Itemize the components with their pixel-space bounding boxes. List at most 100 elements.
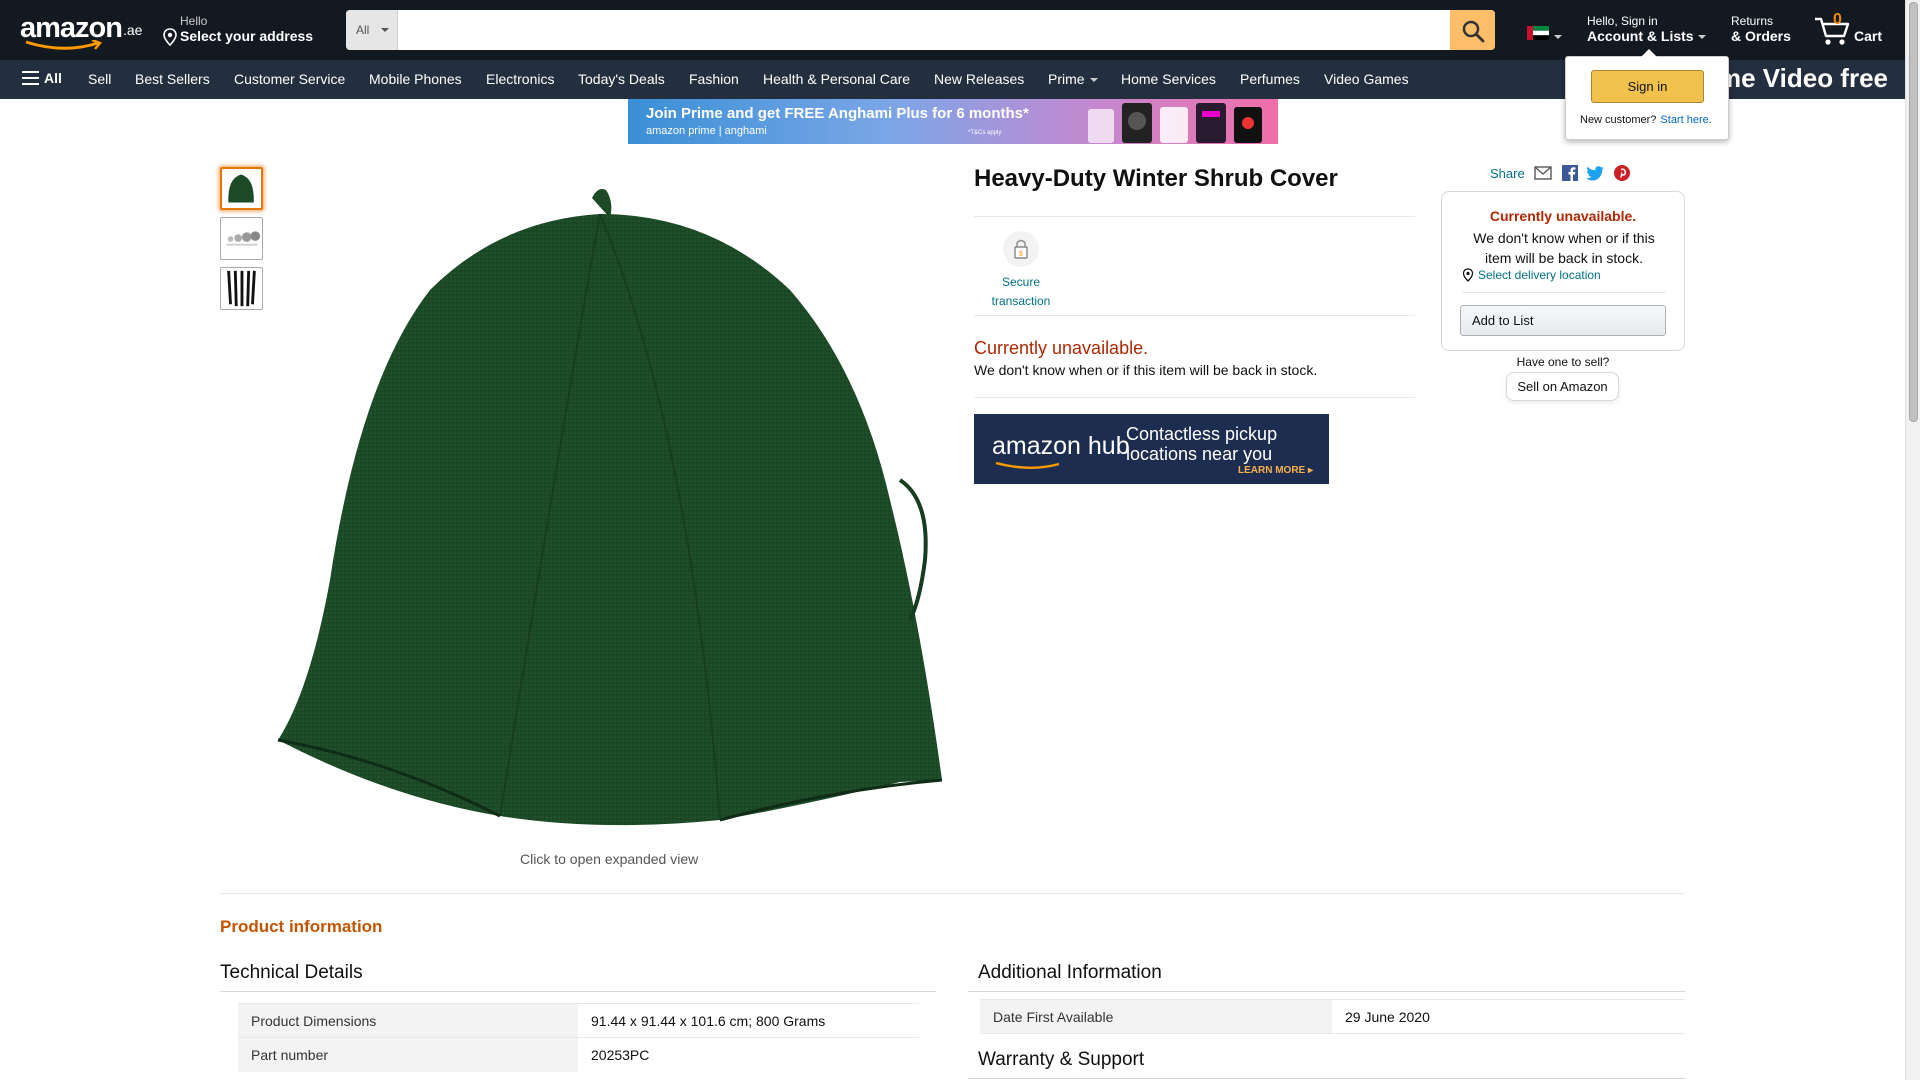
select-delivery-location[interactable]: Select delivery location xyxy=(1462,268,1601,282)
email-icon[interactable] xyxy=(1534,165,1552,181)
product-information-heading: Product information xyxy=(220,917,383,936)
account-greeting: Hello, Sign in xyxy=(1587,14,1658,28)
nav-item-mobile-phones[interactable]: Mobile Phones xyxy=(369,71,462,87)
nav-item-prime-label: Prime xyxy=(1048,71,1085,87)
pinterest-icon[interactable] xyxy=(1614,165,1630,181)
page-scrollbar[interactable] xyxy=(1905,0,1920,1080)
amazon-hub-ad[interactable]: amazon hub Contactless pickup locations … xyxy=(974,414,1329,484)
hub-learn-more: LEARN MORE ▸ xyxy=(1238,465,1314,476)
amazon-smile-icon xyxy=(995,462,1060,469)
all-menu-label: All xyxy=(44,70,62,86)
promo-terms: *T&Cs apply xyxy=(968,130,1002,136)
table-cell-value: 20253PC xyxy=(578,1037,919,1072)
location-pin-icon xyxy=(163,28,177,46)
nav-item-best-sellers[interactable]: Best Sellers xyxy=(135,71,210,87)
divider xyxy=(974,216,1415,217)
amazon-smile-icon xyxy=(25,40,103,50)
delivery-address[interactable]: Hello Select your address xyxy=(160,14,313,48)
all-menu-button[interactable]: All xyxy=(22,70,62,86)
thumbnail-stakes-image xyxy=(227,270,256,307)
add-to-list-button[interactable]: Add to List xyxy=(1460,305,1666,336)
signin-popover: Sign in New customer? Start here. xyxy=(1565,49,1729,140)
additional-information-table: Date First Available 29 June 2020 xyxy=(980,999,1685,1034)
nav-item-health-personal-care[interactable]: Health & Personal Care xyxy=(763,71,910,87)
address-greeting: Hello xyxy=(180,14,208,28)
thumbnail-3[interactable] xyxy=(220,267,263,310)
prime-anghami-promo-banner[interactable]: Join Prime and get FREE Anghami Plus for… xyxy=(628,99,1278,144)
divider xyxy=(974,315,1415,316)
promo-brands: amazon prime | anghami xyxy=(646,125,767,137)
have-one-to-sell: Have one to sell? xyxy=(1516,355,1610,369)
popover-arrow xyxy=(1641,49,1657,57)
scrollbar-thumb[interactable] xyxy=(1909,2,1918,422)
table-cell-key: Product Dimensions xyxy=(238,1003,578,1038)
thumbnail-shrub-cover-image xyxy=(228,174,254,203)
technical-details-heading: Technical Details xyxy=(220,962,363,983)
divider xyxy=(974,397,1415,398)
additional-information-heading: Additional Information xyxy=(978,962,1162,983)
lock-icon: $ xyxy=(1003,231,1039,267)
nav-item-video-games[interactable]: Video Games xyxy=(1324,71,1409,87)
nav-item-customer-service[interactable]: Customer Service xyxy=(234,71,345,87)
main-product-image[interactable] xyxy=(270,180,950,830)
search-button[interactable] xyxy=(1450,10,1495,50)
nav-item-fashion[interactable]: Fashion xyxy=(689,71,739,87)
availability-note: We don't know when or if this item will … xyxy=(974,362,1318,378)
nav-item-sell[interactable]: Sell xyxy=(88,71,111,87)
account-and-lists[interactable]: Hello, Sign in Account & Lists xyxy=(1587,14,1706,44)
orders-label: & Orders xyxy=(1731,28,1791,44)
divider xyxy=(220,893,1685,894)
secure-transaction-label: Secure transaction xyxy=(991,275,1051,308)
nav-item-new-releases[interactable]: New Releases xyxy=(934,71,1024,87)
svg-text:$: $ xyxy=(1019,251,1023,258)
hub-brand: amazon hub xyxy=(992,432,1130,460)
nav-item-prime[interactable]: Prime xyxy=(1048,71,1098,87)
sell-on-amazon-button[interactable]: Sell on Amazon xyxy=(1506,372,1619,401)
divider xyxy=(980,1033,1685,1034)
start-here-link[interactable]: Start here. xyxy=(1660,114,1711,126)
language-caret-icon[interactable] xyxy=(1554,35,1562,39)
nav-item-electronics[interactable]: Electronics xyxy=(486,71,554,87)
facebook-icon[interactable] xyxy=(1562,165,1578,181)
delivery-location-label: Select delivery location xyxy=(1478,268,1601,282)
nav-item-home-services[interactable]: Home Services xyxy=(1121,71,1216,87)
table-cell-key: Date First Available xyxy=(980,999,1332,1034)
promo-headline: Join Prime and get FREE Anghami Plus for… xyxy=(646,105,1029,122)
buy-box: Currently unavailable. We don't know whe… xyxy=(1441,191,1685,351)
amazon-logo[interactable]: amazon .ae xyxy=(20,12,142,50)
share-label[interactable]: Share xyxy=(1490,166,1525,181)
thumbnail-1[interactable] xyxy=(220,167,263,210)
table-cell-key: Part number xyxy=(238,1037,578,1072)
table-cell-value: 29 June 2020 xyxy=(1332,999,1685,1034)
nav-item-todays-deals[interactable]: Today's Deals xyxy=(578,71,665,87)
secure-transaction-badge[interactable]: $ Secure transaction xyxy=(985,231,1057,311)
hamburger-icon xyxy=(22,71,39,85)
search-input[interactable] xyxy=(398,10,1447,50)
twitter-icon[interactable] xyxy=(1586,166,1604,181)
search-category-select[interactable]: All xyxy=(346,10,398,50)
search-category-label: All xyxy=(356,23,370,37)
cart-button[interactable]: 0 Cart xyxy=(1814,10,1894,50)
technical-details-table: Product Dimensions 91.44 x 91.44 x 101.6… xyxy=(238,1003,919,1072)
divider xyxy=(968,1078,1685,1079)
search-bar: All xyxy=(346,10,1495,50)
table-cell-value: 91.44 x 91.44 x 101.6 cm; 800 Grams xyxy=(578,1003,919,1038)
nav-item-perfumes[interactable]: Perfumes xyxy=(1240,71,1300,87)
buybox-availability-note: We don't know when or if this item will … xyxy=(1473,230,1655,266)
divider xyxy=(1462,292,1666,293)
hub-line-2: locations near you xyxy=(1126,444,1273,464)
thumbnail-sizes-image xyxy=(226,231,261,246)
uae-flag-icon[interactable] xyxy=(1527,26,1549,40)
account-label: Account & Lists xyxy=(1587,28,1694,44)
returns-and-orders[interactable]: Returns & Orders xyxy=(1731,14,1791,44)
table-row: Product Dimensions 91.44 x 91.44 x 101.6… xyxy=(238,1003,919,1038)
thumbnail-2[interactable] xyxy=(220,217,263,260)
product-title: Heavy-Duty Winter Shrub Cover xyxy=(974,165,1338,192)
location-pin-icon xyxy=(1462,268,1474,282)
returns-label: Returns xyxy=(1731,14,1774,28)
table-row: Date First Available 29 June 2020 xyxy=(980,999,1685,1034)
prime-video-banner[interactable]: me Video free xyxy=(1700,63,1905,94)
new-customer-text: New customer? Start here. xyxy=(1580,114,1712,126)
signin-button[interactable]: Sign in xyxy=(1591,70,1704,103)
cart-label: Cart xyxy=(1854,28,1883,44)
